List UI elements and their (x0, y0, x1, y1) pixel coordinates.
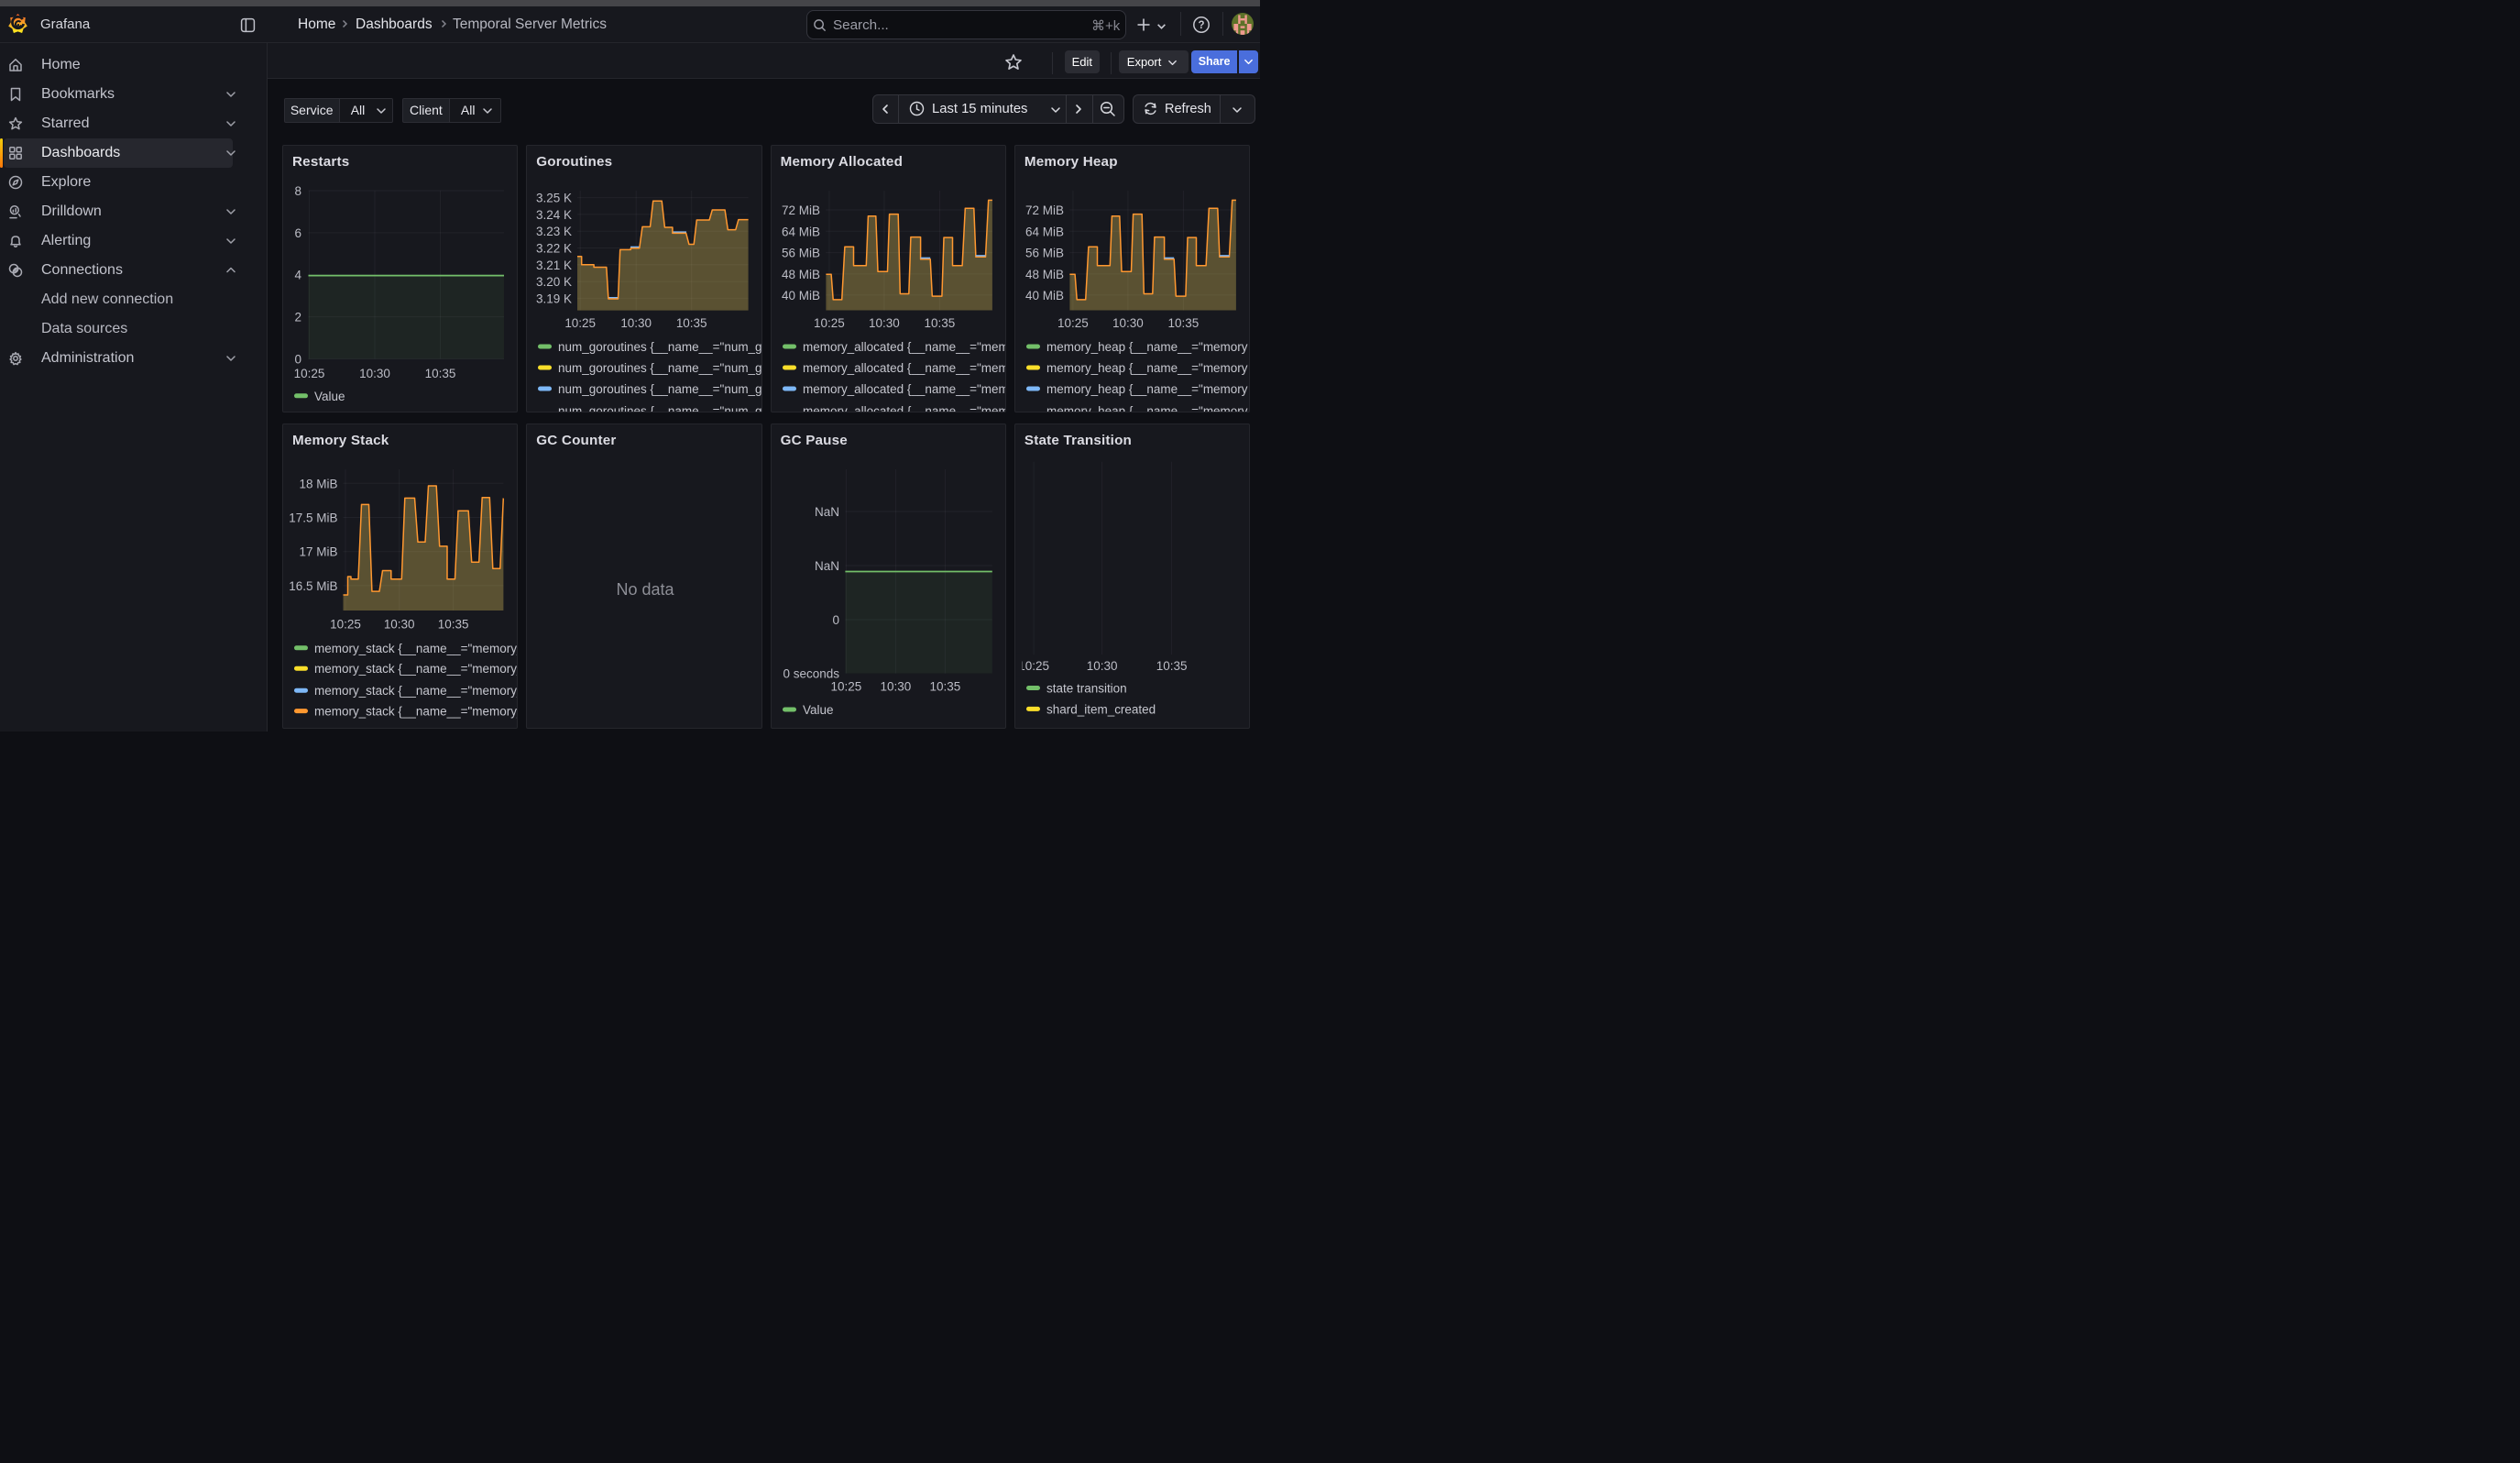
svg-text:3.22 K: 3.22 K (536, 241, 572, 255)
svg-text:56 MiB: 56 MiB (782, 247, 820, 260)
svg-text:10:25: 10:25 (1018, 659, 1049, 673)
svg-text:2: 2 (294, 311, 301, 324)
svg-text:memory_stack {__name__="memory: memory_stack {__name__="memory_stack", i… (314, 705, 518, 719)
svg-text:48 MiB: 48 MiB (1025, 268, 1064, 281)
svg-text:40 MiB: 40 MiB (1025, 289, 1064, 302)
svg-text:10:35: 10:35 (924, 316, 955, 330)
svg-text:17.5 MiB: 17.5 MiB (289, 511, 337, 524)
svg-text:10:35: 10:35 (929, 680, 960, 694)
svg-text:56 MiB: 56 MiB (1025, 247, 1064, 260)
svg-text:memory_heap {__name__="memory: memory_heap {__name__="memory (1046, 382, 1248, 396)
svg-text:num_goroutines {__name__="num_: num_goroutines {__name__="num_go (558, 361, 761, 375)
svg-text:3.20 K: 3.20 K (536, 275, 572, 289)
svg-text:10:25: 10:25 (1057, 316, 1089, 330)
svg-text:17 MiB: 17 MiB (300, 545, 338, 559)
svg-text:NaN: NaN (815, 559, 839, 573)
svg-text:memory_stack {__name__="memory: memory_stack {__name__="memory_stack", i… (314, 662, 518, 676)
svg-text:num_goroutines {__name__="num_: num_goroutines {__name__="num_go (558, 340, 761, 354)
svg-text:3.24 K: 3.24 K (536, 208, 572, 222)
svg-text:3.19 K: 3.19 K (536, 292, 572, 305)
svg-text:NaN: NaN (815, 505, 839, 519)
svg-text:48 MiB: 48 MiB (782, 268, 820, 281)
svg-text:64 MiB: 64 MiB (782, 225, 820, 238)
svg-text:0 seconds: 0 seconds (783, 667, 839, 681)
svg-text:10:35: 10:35 (438, 618, 469, 632)
svg-text:10:30: 10:30 (359, 367, 390, 380)
svg-text:3.21 K: 3.21 K (536, 258, 572, 272)
svg-text:10:30: 10:30 (1087, 659, 1118, 673)
svg-text:64 MiB: 64 MiB (1025, 225, 1064, 238)
svg-text:memory_heap {__name__="memory: memory_heap {__name__="memory (1046, 340, 1248, 354)
svg-text:40 MiB: 40 MiB (782, 289, 820, 302)
svg-text:10:30: 10:30 (621, 316, 652, 330)
svg-text:state transition: state transition (1046, 681, 1127, 695)
svg-text:10:30: 10:30 (869, 316, 900, 330)
svg-text:memory_allocated {__name__="me: memory_allocated {__name__="memory (803, 382, 1006, 396)
svg-text:16.5 MiB: 16.5 MiB (289, 579, 337, 593)
svg-text:memory_heap {__name__="memory: memory_heap {__name__="memory (1046, 361, 1248, 375)
svg-text:4: 4 (294, 269, 301, 282)
svg-text:3.25 K: 3.25 K (536, 192, 572, 205)
svg-text:memory_allocated {__name__="me: memory_allocated {__name__="memory (803, 404, 1006, 412)
svg-text:shard_item_created: shard_item_created (1046, 702, 1156, 716)
svg-text:memory_heap {__name__="memory: memory_heap {__name__="memory (1046, 404, 1248, 412)
svg-text:10:35: 10:35 (1156, 659, 1188, 673)
svg-text:8: 8 (294, 184, 301, 198)
svg-text:10:35: 10:35 (676, 316, 707, 330)
svg-text:10:25: 10:25 (565, 316, 597, 330)
svg-text:0: 0 (832, 613, 839, 627)
svg-text:3.23 K: 3.23 K (536, 225, 572, 238)
svg-text:10:25: 10:25 (814, 316, 845, 330)
svg-text:?: ? (1198, 20, 1204, 31)
svg-text:memory_allocated {__name__="me: memory_allocated {__name__="memory (803, 340, 1006, 354)
svg-text:num_goroutines {__name__="num_: num_goroutines {__name__="num_go (558, 382, 761, 396)
svg-text:Value: Value (314, 390, 345, 403)
svg-text:72 MiB: 72 MiB (1025, 204, 1064, 217)
svg-text:10:25: 10:25 (330, 618, 361, 632)
svg-text:18 MiB: 18 MiB (300, 477, 338, 490)
svg-text:memory_stack {__name__="memory: memory_stack {__name__="memory_stack", i… (314, 684, 518, 698)
svg-text:0: 0 (294, 352, 301, 366)
svg-text:10:35: 10:35 (1167, 316, 1199, 330)
svg-text:memory_allocated {__name__="me: memory_allocated {__name__="memory (803, 361, 1006, 375)
svg-text:10:30: 10:30 (1112, 316, 1144, 330)
svg-text:memory_stack {__name__="memory: memory_stack {__name__="memory_stack", i… (314, 642, 518, 655)
svg-text:72 MiB: 72 MiB (782, 204, 820, 217)
svg-text:6: 6 (294, 226, 301, 240)
svg-text:10:30: 10:30 (880, 680, 911, 694)
svg-text:10:25: 10:25 (294, 367, 325, 380)
svg-text:Value: Value (803, 703, 834, 717)
svg-text:10:25: 10:25 (830, 680, 861, 694)
svg-text:num_goroutines {__name__="num_: num_goroutines {__name__="num_go (558, 404, 761, 412)
svg-text:10:35: 10:35 (425, 367, 456, 380)
svg-text:10:30: 10:30 (384, 618, 415, 632)
